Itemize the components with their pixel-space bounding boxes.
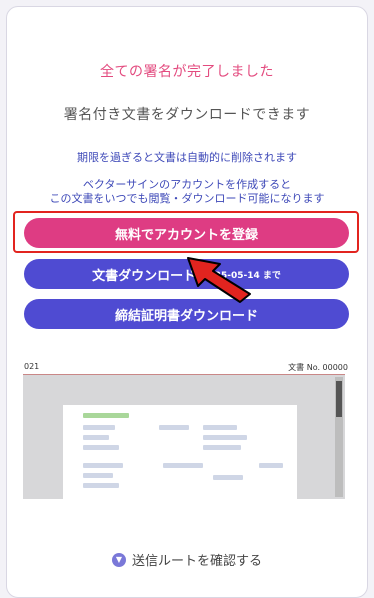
- blurred-text: [83, 435, 109, 440]
- blurred-text: [203, 425, 237, 430]
- route-link[interactable]: ▼ 送信ルートを確認する: [0, 550, 374, 569]
- blurred-heading: [83, 413, 129, 418]
- blurred-text: [159, 425, 189, 430]
- preview-document-number: 文書 No. 00000: [288, 363, 348, 372]
- blurred-text: [83, 463, 123, 468]
- highlight-box: [13, 211, 359, 253]
- route-link-label: 送信ルートを確認する: [131, 554, 262, 569]
- blurred-text: [83, 425, 115, 430]
- blurred-text: [163, 463, 203, 468]
- preview-scroll-thumb[interactable]: [336, 381, 342, 417]
- blurred-text: [83, 483, 119, 488]
- blurred-text: [213, 475, 243, 480]
- account-notice-line1: ベクターサインのアカウントを作成すると: [82, 178, 292, 191]
- deletion-notice: 期限を過ぎると文書は自動的に削除されます: [77, 151, 297, 164]
- preview-page: [63, 405, 297, 499]
- preview-viewer[interactable]: [23, 374, 345, 499]
- account-notice-line2: この文書をいつでも閲覧・ダウンロード可能になります: [49, 192, 325, 205]
- blurred-text: [259, 463, 283, 468]
- blurred-text: [83, 445, 119, 450]
- red-arrow-pointer: [187, 257, 251, 303]
- blurred-text: [203, 445, 241, 450]
- blurred-text: [83, 473, 113, 478]
- chevron-down-circle-icon: ▼: [111, 552, 126, 567]
- preview-left-label: 021: [24, 362, 40, 371]
- document-preview: 021 文書 No. 00000: [18, 362, 354, 499]
- certificate-download-label: 締結証明書ダウンロード: [114, 308, 258, 324]
- completion-title: 全ての署名が完了しました: [100, 64, 274, 80]
- blurred-text: [203, 435, 247, 440]
- download-subtitle: 署名付き文書をダウンロードできます: [63, 107, 311, 123]
